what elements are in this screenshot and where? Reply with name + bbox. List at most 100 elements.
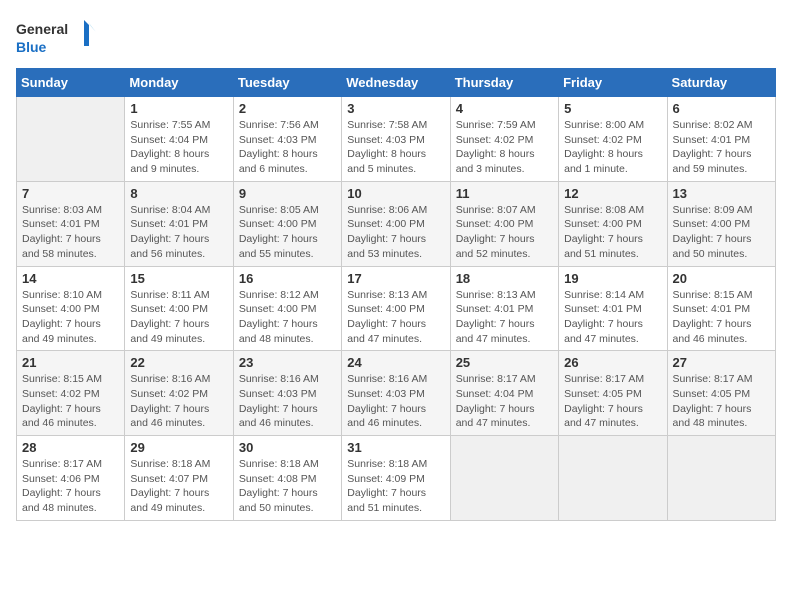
- calendar-cell: 21 Sunrise: 8:15 AMSunset: 4:02 PMDayligh…: [17, 351, 125, 436]
- day-info: Sunrise: 8:06 AMSunset: 4:00 PMDaylight:…: [347, 203, 444, 262]
- day-number: 1: [130, 101, 227, 116]
- calendar-cell: 5Sunrise: 8:00 AMSunset: 4:02 PMDaylight…: [559, 97, 667, 182]
- calendar-cell: 4 Sunrise: 7:59 AMSunset: 4:02 PMDaylight…: [450, 97, 558, 182]
- day-info: Sunrise: 8:08 AMSunset: 4:00 PMDaylight:…: [564, 203, 661, 262]
- day-info: Sunrise: 8:17 AMSunset: 4:04 PMDaylight:…: [456, 372, 553, 431]
- day-number: 8: [130, 186, 227, 201]
- column-header-tuesday: Tuesday: [233, 69, 341, 97]
- calendar-cell: 15 Sunrise: 8:11 AMSunset: 4:00 PMDayligh…: [125, 266, 233, 351]
- day-number: 30: [239, 440, 336, 455]
- logo-svg: General Blue: [16, 16, 96, 60]
- calendar-cell: 31 Sunrise: 8:18 AMSunset: 4:09 PMDayligh…: [342, 436, 450, 521]
- day-number: 11: [456, 186, 553, 201]
- day-info: Sunrise: 8:15 AMSunset: 4:01 PMDaylight:…: [673, 288, 770, 347]
- calendar-week-2: 7Sunrise: 8:03 AMSunset: 4:01 PMDaylight…: [17, 181, 776, 266]
- calendar-cell: 3 Sunrise: 7:58 AMSunset: 4:03 PMDaylight…: [342, 97, 450, 182]
- day-number: 25: [456, 355, 553, 370]
- calendar-cell: 10 Sunrise: 8:06 AMSunset: 4:00 PMDayligh…: [342, 181, 450, 266]
- column-header-thursday: Thursday: [450, 69, 558, 97]
- day-number: 6: [673, 101, 770, 116]
- calendar-cell: [667, 436, 775, 521]
- day-info: Sunrise: 8:11 AMSunset: 4:00 PMDaylight:…: [130, 288, 227, 347]
- day-number: 22: [130, 355, 227, 370]
- day-info: Sunrise: 7:59 AMSunset: 4:02 PMDaylight:…: [456, 118, 553, 177]
- column-header-saturday: Saturday: [667, 69, 775, 97]
- day-info: Sunrise: 8:09 AMSunset: 4:00 PMDaylight:…: [673, 203, 770, 262]
- day-number: 7: [22, 186, 119, 201]
- calendar-cell: 14 Sunrise: 8:10 AMSunset: 4:00 PMDayligh…: [17, 266, 125, 351]
- day-number: 10: [347, 186, 444, 201]
- day-number: 24: [347, 355, 444, 370]
- calendar-cell: 7Sunrise: 8:03 AMSunset: 4:01 PMDaylight…: [17, 181, 125, 266]
- day-number: 31: [347, 440, 444, 455]
- day-info: Sunrise: 8:17 AMSunset: 4:05 PMDaylight:…: [564, 372, 661, 431]
- day-number: 3: [347, 101, 444, 116]
- day-number: 9: [239, 186, 336, 201]
- svg-text:General: General: [16, 21, 68, 37]
- calendar-cell: 6Sunrise: 8:02 AMSunset: 4:01 PMDaylight…: [667, 97, 775, 182]
- day-number: 26: [564, 355, 661, 370]
- day-number: 13: [673, 186, 770, 201]
- day-number: 20: [673, 271, 770, 286]
- calendar-table: SundayMondayTuesdayWednesdayThursdayFrid…: [16, 68, 776, 521]
- day-number: 16: [239, 271, 336, 286]
- day-info: Sunrise: 8:16 AMSunset: 4:03 PMDaylight:…: [347, 372, 444, 431]
- calendar-cell: 9 Sunrise: 8:05 AMSunset: 4:00 PMDaylight…: [233, 181, 341, 266]
- column-header-friday: Friday: [559, 69, 667, 97]
- day-number: 15: [130, 271, 227, 286]
- logo: General Blue: [16, 16, 96, 60]
- day-number: 19: [564, 271, 661, 286]
- calendar-cell: 8 Sunrise: 8:04 AMSunset: 4:01 PMDaylight…: [125, 181, 233, 266]
- header: General Blue: [16, 16, 776, 60]
- day-number: 21: [22, 355, 119, 370]
- day-info: Sunrise: 8:05 AMSunset: 4:00 PMDaylight:…: [239, 203, 336, 262]
- calendar-cell: [559, 436, 667, 521]
- day-info: Sunrise: 8:17 AMSunset: 4:06 PMDaylight:…: [22, 457, 119, 516]
- svg-text:Blue: Blue: [16, 39, 47, 55]
- calendar-header: SundayMondayTuesdayWednesdayThursdayFrid…: [17, 69, 776, 97]
- day-number: 29: [130, 440, 227, 455]
- day-number: 12: [564, 186, 661, 201]
- day-info: Sunrise: 8:04 AMSunset: 4:01 PMDaylight:…: [130, 203, 227, 262]
- calendar-cell: 2Sunrise: 7:56 AMSunset: 4:03 PMDaylight…: [233, 97, 341, 182]
- calendar-cell: 24 Sunrise: 8:16 AMSunset: 4:03 PMDayligh…: [342, 351, 450, 436]
- calendar-cell: 12 Sunrise: 8:08 AMSunset: 4:00 PMDayligh…: [559, 181, 667, 266]
- day-info: Sunrise: 8:13 AMSunset: 4:00 PMDaylight:…: [347, 288, 444, 347]
- day-info: Sunrise: 8:16 AMSunset: 4:03 PMDaylight:…: [239, 372, 336, 431]
- day-info: Sunrise: 8:14 AMSunset: 4:01 PMDaylight:…: [564, 288, 661, 347]
- day-info: Sunrise: 8:13 AMSunset: 4:01 PMDaylight:…: [456, 288, 553, 347]
- day-info: Sunrise: 7:55 AMSunset: 4:04 PMDaylight:…: [130, 118, 227, 177]
- calendar-cell: 29 Sunrise: 8:18 AMSunset: 4:07 PMDayligh…: [125, 436, 233, 521]
- day-info: Sunrise: 8:18 AMSunset: 4:07 PMDaylight:…: [130, 457, 227, 516]
- calendar-cell: [17, 97, 125, 182]
- calendar-cell: [450, 436, 558, 521]
- calendar-week-1: 1 Sunrise: 7:55 AMSunset: 4:04 PMDaylight…: [17, 97, 776, 182]
- day-number: 17: [347, 271, 444, 286]
- calendar-week-4: 21 Sunrise: 8:15 AMSunset: 4:02 PMDayligh…: [17, 351, 776, 436]
- day-info: Sunrise: 8:18 AMSunset: 4:09 PMDaylight:…: [347, 457, 444, 516]
- calendar-cell: 25 Sunrise: 8:17 AMSunset: 4:04 PMDayligh…: [450, 351, 558, 436]
- day-number: 4: [456, 101, 553, 116]
- calendar-cell: 26 Sunrise: 8:17 AMSunset: 4:05 PMDayligh…: [559, 351, 667, 436]
- calendar-cell: 20 Sunrise: 8:15 AMSunset: 4:01 PMDayligh…: [667, 266, 775, 351]
- column-header-wednesday: Wednesday: [342, 69, 450, 97]
- day-info: Sunrise: 8:18 AMSunset: 4:08 PMDaylight:…: [239, 457, 336, 516]
- day-info: Sunrise: 7:58 AMSunset: 4:03 PMDaylight:…: [347, 118, 444, 177]
- calendar-cell: 19 Sunrise: 8:14 AMSunset: 4:01 PMDayligh…: [559, 266, 667, 351]
- day-info: Sunrise: 8:16 AMSunset: 4:02 PMDaylight:…: [130, 372, 227, 431]
- calendar-week-3: 14 Sunrise: 8:10 AMSunset: 4:00 PMDayligh…: [17, 266, 776, 351]
- calendar-cell: 28Sunrise: 8:17 AMSunset: 4:06 PMDayligh…: [17, 436, 125, 521]
- calendar-cell: 30 Sunrise: 8:18 AMSunset: 4:08 PMDayligh…: [233, 436, 341, 521]
- day-info: Sunrise: 8:12 AMSunset: 4:00 PMDaylight:…: [239, 288, 336, 347]
- calendar-cell: 23Sunrise: 8:16 AMSunset: 4:03 PMDayligh…: [233, 351, 341, 436]
- calendar-cell: 18 Sunrise: 8:13 AMSunset: 4:01 PMDayligh…: [450, 266, 558, 351]
- calendar-cell: 16 Sunrise: 8:12 AMSunset: 4:00 PMDayligh…: [233, 266, 341, 351]
- calendar-cell: 22 Sunrise: 8:16 AMSunset: 4:02 PMDayligh…: [125, 351, 233, 436]
- day-info: Sunrise: 8:00 AMSunset: 4:02 PMDaylight:…: [564, 118, 661, 177]
- day-info: Sunrise: 8:15 AMSunset: 4:02 PMDaylight:…: [22, 372, 119, 431]
- day-info: Sunrise: 8:10 AMSunset: 4:00 PMDaylight:…: [22, 288, 119, 347]
- calendar-cell: 1 Sunrise: 7:55 AMSunset: 4:04 PMDaylight…: [125, 97, 233, 182]
- day-number: 14: [22, 271, 119, 286]
- day-number: 18: [456, 271, 553, 286]
- day-info: Sunrise: 8:07 AMSunset: 4:00 PMDaylight:…: [456, 203, 553, 262]
